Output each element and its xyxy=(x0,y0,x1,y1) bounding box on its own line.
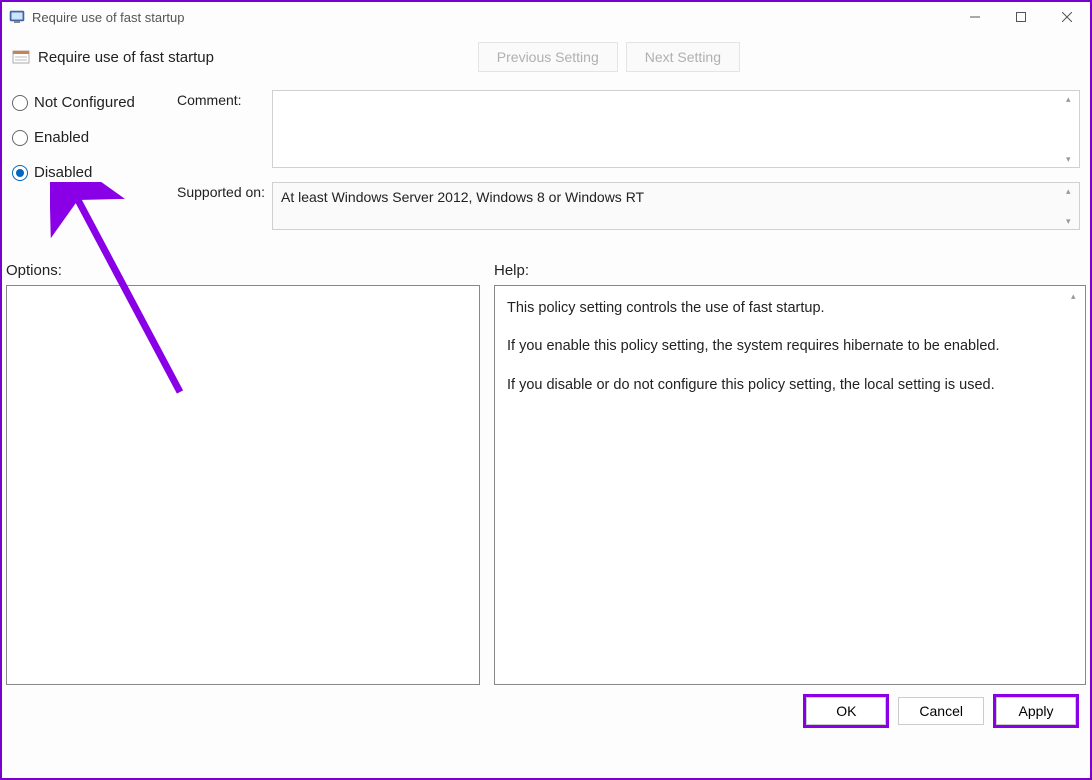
radio-icon xyxy=(12,130,28,146)
scroll-down-icon: ▾ xyxy=(1066,154,1076,164)
next-setting-button[interactable]: Next Setting xyxy=(626,42,740,72)
help-paragraph: This policy setting controls the use of … xyxy=(507,298,1067,318)
comment-textbox[interactable]: ▴ ▾ xyxy=(272,90,1080,168)
supported-on-textbox: At least Windows Server 2012, Windows 8 … xyxy=(272,182,1080,230)
help-section-label: Help: xyxy=(494,262,1080,279)
ok-button[interactable]: OK xyxy=(806,697,886,725)
policy-icon xyxy=(12,48,30,66)
scroll-up-icon: ▴ xyxy=(1066,186,1076,196)
policy-header: Require use of fast startup Previous Set… xyxy=(2,32,1090,72)
radio-icon xyxy=(12,95,28,111)
supported-on-label: Supported on: xyxy=(177,182,272,230)
radio-label: Not Configured xyxy=(34,94,135,111)
radio-icon xyxy=(12,165,28,181)
title-bar: Require use of fast startup xyxy=(2,2,1090,32)
window-title: Require use of fast startup xyxy=(32,10,952,25)
radio-label: Enabled xyxy=(34,129,89,146)
policy-title: Require use of fast startup xyxy=(38,49,214,66)
help-paragraph: If you enable this policy setting, the s… xyxy=(507,336,1067,356)
scroll-up-icon: ▴ xyxy=(1066,94,1076,104)
state-radio-group: Not Configured Enabled Disabled xyxy=(12,90,177,244)
maximize-button[interactable] xyxy=(998,2,1044,32)
cancel-button[interactable]: Cancel xyxy=(898,697,984,725)
help-pane: This policy setting controls the use of … xyxy=(494,285,1086,685)
app-icon xyxy=(8,8,26,26)
previous-setting-button[interactable]: Previous Setting xyxy=(478,42,618,72)
options-section-label: Options: xyxy=(6,262,494,279)
dialog-footer: OK Cancel Apply xyxy=(2,685,1090,735)
scroll-up-icon: ▴ xyxy=(1071,290,1081,300)
radio-enabled[interactable]: Enabled xyxy=(12,129,177,146)
minimize-button[interactable] xyxy=(952,2,998,32)
scroll-down-icon: ▾ xyxy=(1066,216,1076,226)
options-pane xyxy=(6,285,480,685)
radio-label: Disabled xyxy=(34,164,92,181)
help-paragraph: If you disable or do not configure this … xyxy=(507,375,1067,395)
apply-button[interactable]: Apply xyxy=(996,697,1076,725)
radio-not-configured[interactable]: Not Configured xyxy=(12,94,177,111)
radio-disabled[interactable]: Disabled xyxy=(12,164,177,181)
comment-label: Comment: xyxy=(177,90,272,168)
close-button[interactable] xyxy=(1044,2,1090,32)
